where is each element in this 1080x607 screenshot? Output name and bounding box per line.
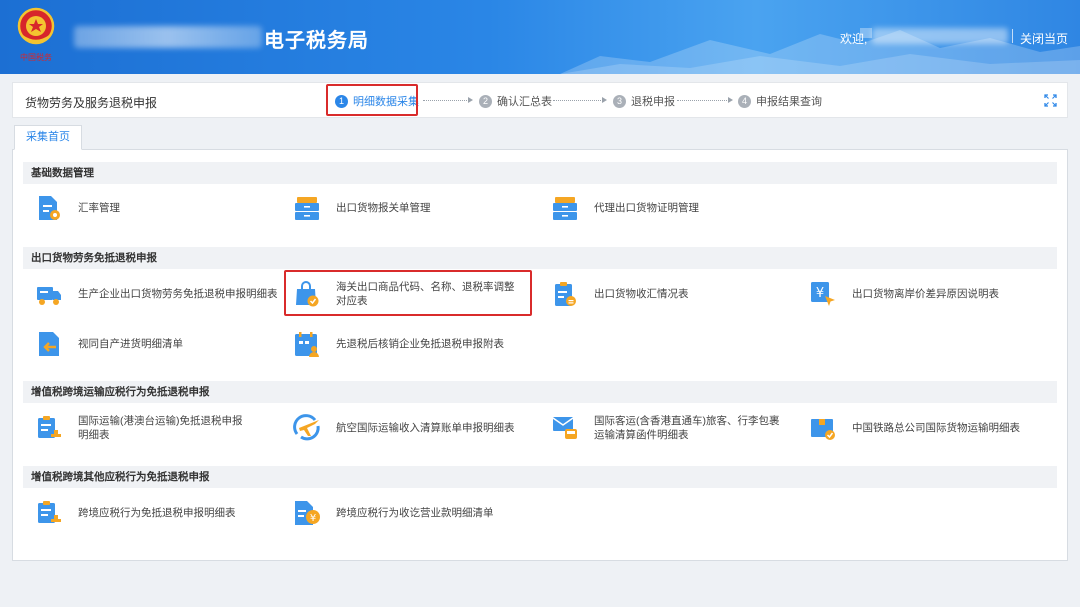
- clipboard-coin-icon: [555, 282, 576, 306]
- yen-cursor-icon: ¥: [811, 282, 835, 306]
- menu-item-railway-international-cargo[interactable]: 中国铁路总公司国际货物运输明细表: [809, 414, 1020, 442]
- menu-item-agency-export-certificate[interactable]: 代理出口货物证明管理: [551, 194, 699, 222]
- clipboard-stamp-icon: [38, 416, 61, 438]
- step-label: 退税申报: [631, 96, 675, 108]
- step-2[interactable]: 2 确认汇总表: [479, 93, 552, 109]
- menu-item-label: 代理出口货物证明管理: [594, 202, 699, 214]
- menu-item-exchange-rate[interactable]: 汇率管理: [35, 194, 120, 222]
- redacted-user-name: [872, 28, 1008, 44]
- menu-item-label: 生产企业出口货物劳务免抵退税申报明细表: [78, 288, 278, 300]
- step-number: 4: [738, 94, 751, 108]
- cabinet-icon: [553, 197, 577, 220]
- cabinet-icon: [295, 197, 319, 220]
- menu-item-refund-before-verification-schedule[interactable]: 先退税后核销企业免抵退税申报附表: [293, 330, 504, 358]
- svg-text:¥: ¥: [310, 513, 316, 524]
- calendar-user-icon: [295, 332, 319, 357]
- step-number: 2: [479, 94, 492, 108]
- header-divider: [1012, 29, 1013, 43]
- menu-item-label: 出口货物收汇情况表: [594, 288, 689, 300]
- top-header: 中国税务 电子税务局 欢迎, 关闭当页: [0, 0, 1080, 74]
- menu-item-label: 跨境应税行为免抵退税申报明细表: [78, 507, 236, 519]
- menu-item-fob-price-difference[interactable]: ¥ 出口货物离岸价差异原因说明表: [809, 280, 999, 308]
- menu-item-label: 先退税后核销企业免抵退税申报附表: [336, 338, 504, 350]
- menu-item-cross-border-revenue-list[interactable]: ¥ 跨境应税行为收讫营业款明细清单: [293, 499, 494, 527]
- menu-item-label: 国际客运(含香港直通车)旅客、行李包裹运输清算函件明细表: [594, 415, 780, 441]
- menu-item-label: 国际运输(港澳台运输)免抵退税申报明细表: [78, 415, 243, 441]
- menu-item-label: 中国铁路总公司国际货物运输明细表: [852, 422, 1020, 434]
- step-arrow: [553, 97, 607, 103]
- menu-item-self-produced-purchase-list[interactable]: 视同自产进货明细清单: [35, 330, 183, 358]
- step-label: 确认汇总表: [497, 96, 552, 108]
- section-header: 出口货物劳务免抵退税申报: [23, 247, 1057, 269]
- section-header: 增值税跨境其他应税行为免抵退税申报: [23, 466, 1057, 488]
- step-arrow: [677, 97, 733, 103]
- section-header: 增值税跨境运输应税行为免抵退税申报: [23, 381, 1057, 403]
- step-arrow: [423, 97, 473, 103]
- menu-item-label: 跨境应税行为收讫营业款明细清单: [336, 507, 494, 519]
- site-title: 电子税务局: [264, 30, 369, 52]
- fullscreen-icon[interactable]: [1044, 94, 1057, 107]
- emblem-text: 中国税务: [20, 52, 52, 62]
- redacted-bureau-name: [74, 26, 262, 48]
- step-number: 3: [613, 94, 626, 108]
- step-3[interactable]: 3 退税申报: [613, 93, 675, 109]
- menu-item-label: 汇率管理: [78, 202, 120, 214]
- selected-item-highlight: [284, 270, 532, 316]
- svg-text:¥: ¥: [816, 286, 824, 301]
- menu-item-air-transport-settlement[interactable]: 航空国际运输收入清算账单申报明细表: [293, 414, 515, 442]
- document-yen-icon: ¥: [295, 501, 320, 525]
- document-return-icon: [39, 332, 59, 356]
- menu-item-foreign-exchange-receipt[interactable]: 出口货物收汇情况表: [551, 280, 689, 308]
- delivery-truck-icon: [37, 287, 61, 305]
- tax-emblem-icon: 中国税务: [17, 7, 55, 62]
- tab-collection-home[interactable]: 采集首页: [14, 125, 82, 150]
- menu-item-label: 航空国际运输收入清算账单申报明细表: [336, 422, 515, 434]
- step-label: 申报结果查询: [756, 96, 822, 108]
- active-step-highlight: [326, 84, 418, 116]
- menu-item-production-enterprise-detail[interactable]: 生产企业出口货物劳务免抵退税申报明细表: [35, 280, 278, 308]
- menu-item-customs-declaration[interactable]: 出口货物报关单管理: [293, 194, 431, 222]
- menu-item-international-transport-detail[interactable]: 国际运输(港澳台运输)免抵退税申报明细表: [35, 414, 248, 442]
- close-page-link[interactable]: 关闭当页: [1020, 30, 1068, 47]
- menu-item-label: 出口货物报关单管理: [336, 202, 431, 214]
- menu-item-label: 视同自产进货明细清单: [78, 338, 183, 350]
- menu-item-label: 出口货物离岸价差异原因说明表: [852, 288, 999, 300]
- module-title: 货物劳务及服务退税申报: [25, 96, 158, 110]
- menu-item-passenger-luggage-settlement[interactable]: 国际客运(含香港直通车)旅客、行李包裹运输清算函件明细表: [551, 414, 784, 442]
- menu-item-cross-border-detail[interactable]: 跨境应税行为免抵退税申报明细表: [35, 499, 236, 527]
- steps-bar: 货物劳务及服务退税申报 1 明细数据采集 2 确认汇总表 3 退税申报 4 申报…: [12, 82, 1068, 118]
- welcome-text: 欢迎,: [840, 32, 868, 46]
- clipboard-stamp-icon: [38, 501, 61, 523]
- document-gear-icon: [39, 196, 60, 220]
- step-4[interactable]: 4 申报结果查询: [738, 93, 822, 109]
- main-panel: 基础数据管理 汇率管理 出口货物报关单管理 代理出口货物证明管理 出口货物劳务免…: [12, 149, 1068, 561]
- box-check-icon: [811, 419, 835, 440]
- airplane-globe-icon: [293, 414, 320, 441]
- mail-bus-icon: [552, 417, 577, 439]
- section-header: 基础数据管理: [23, 162, 1057, 184]
